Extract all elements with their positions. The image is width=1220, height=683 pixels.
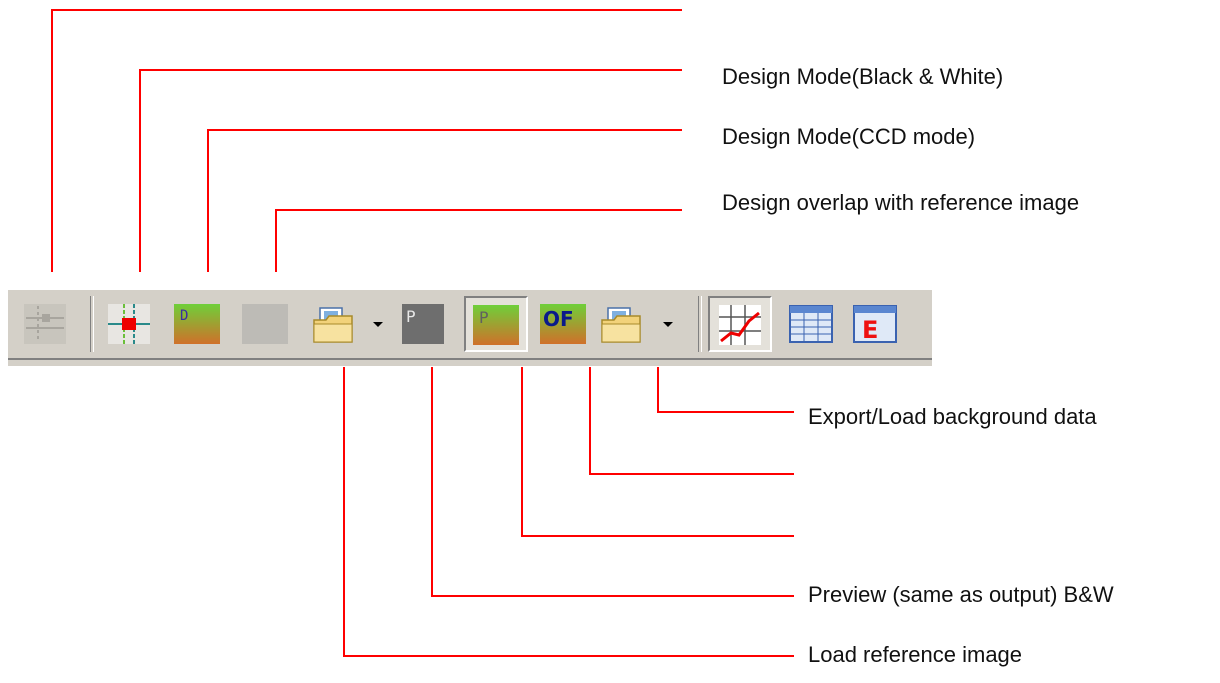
red-e-window-icon: E — [853, 305, 897, 344]
gray-p-icon: P — [402, 304, 444, 344]
design-ccd-button[interactable]: D — [172, 300, 222, 348]
design-bw-button[interactable] — [104, 300, 154, 348]
of-glyph: OF — [543, 307, 574, 331]
table-button[interactable] — [786, 300, 836, 348]
crosshair-red-square-icon — [108, 304, 150, 344]
load-bg-dropdown[interactable] — [658, 314, 676, 334]
red-line-chart-icon — [719, 305, 761, 345]
load-reference-dropdown[interactable] — [368, 314, 386, 334]
gray-blank-icon — [242, 304, 288, 344]
folder-image-icon — [313, 307, 353, 343]
leader-load-reference — [343, 362, 794, 657]
e-glyph: E — [862, 316, 878, 344]
label-design-ccd: Design Mode(CCD mode) — [722, 124, 976, 149]
toolbar-bottom-edge — [8, 358, 932, 367]
leader-load-bg-folder — [589, 362, 794, 475]
label-design-bw: Design Mode(Black & White) — [722, 64, 1004, 89]
label-design-overlap: Design overlap with reference image — [722, 190, 1080, 215]
label-load-reference: Load reference image — [808, 642, 1023, 667]
leader-design-ccd — [207, 129, 682, 272]
toolbar-separator — [90, 296, 94, 352]
leader-design-bw — [139, 69, 682, 272]
table-window-icon — [789, 305, 833, 343]
chart-button[interactable] — [708, 296, 772, 352]
leader-preview-bw — [431, 362, 794, 597]
load-bg-button[interactable] — [596, 300, 646, 348]
e-button[interactable]: E — [850, 300, 900, 348]
label-preview-bw: Preview (same as output) B&W — [808, 582, 1114, 607]
d-glyph: D — [180, 308, 188, 324]
toolbar-separator — [698, 296, 702, 352]
design-overlap-button[interactable] — [240, 300, 290, 348]
leader-export-load-bg — [657, 362, 794, 413]
of-button[interactable]: OF — [538, 300, 588, 348]
p-glyph-color: P — [479, 308, 489, 327]
preview-bw-button[interactable]: P — [398, 300, 448, 348]
folder-image-icon — [601, 307, 641, 343]
leader-design-overlap — [275, 209, 682, 272]
load-reference-button[interactable] — [308, 300, 358, 348]
disabled-crosshair-icon — [24, 304, 66, 344]
of-text-icon: OF — [540, 304, 586, 344]
p-glyph-gray: P — [406, 307, 416, 326]
grayed-tool-button[interactable] — [20, 300, 70, 348]
toolbar: D P P OF E — [8, 290, 932, 358]
preview-color-button[interactable]: P — [464, 296, 528, 352]
label-export-load-bg: Export/Load background data — [808, 404, 1097, 429]
green-orange-gradient-d-icon: D — [174, 304, 220, 344]
green-orange-gradient-p-icon: P — [473, 305, 519, 345]
leader-grayed-tool — [51, 9, 682, 272]
